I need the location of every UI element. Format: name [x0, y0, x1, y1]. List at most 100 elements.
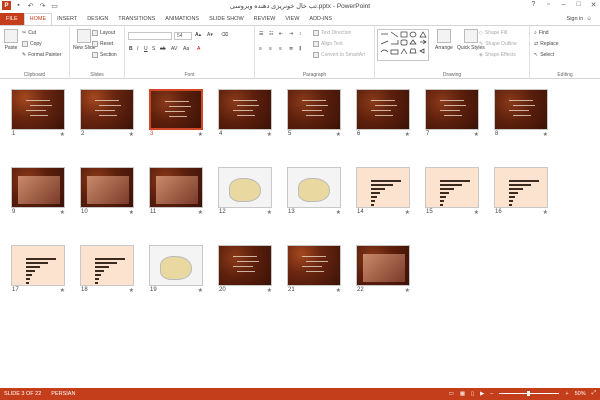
- grow-font-icon[interactable]: A▴: [195, 32, 201, 38]
- strikethrough-icon[interactable]: ab: [160, 46, 166, 52]
- font-color-icon[interactable]: A: [197, 46, 200, 52]
- transition-star-icon[interactable]: ★: [267, 209, 272, 216]
- slide-thumbnail[interactable]: 8 ★: [494, 89, 548, 139]
- bold-icon[interactable]: B: [129, 46, 133, 52]
- cut-button[interactable]: ✂ Cut: [22, 30, 36, 36]
- change-case-icon[interactable]: Aa: [183, 46, 189, 52]
- tab-home[interactable]: HOME: [23, 13, 53, 25]
- transition-star-icon[interactable]: ★: [543, 209, 548, 216]
- transition-star-icon[interactable]: ★: [60, 131, 65, 138]
- transition-star-icon[interactable]: ★: [405, 209, 410, 216]
- font-size-input[interactable]: 54: [174, 32, 192, 40]
- slide-thumbnail[interactable]: 10 ★: [80, 167, 134, 217]
- slide-preview[interactable]: [494, 89, 548, 130]
- slide-sorter[interactable]: 1 ★ 2 ★ 3 ★ 4 ★ 5 ★ 6 ★ 7 ★ 8 ★ 9 ★ 10 ★ 11 ★ 12 ★ 13 ★ 14 ★ 15 ★ 16 ★ 1…: [0, 80, 600, 388]
- sign-in[interactable]: Sign in ☺: [567, 16, 592, 22]
- slide-preview[interactable]: [494, 167, 548, 208]
- transition-star-icon[interactable]: ★: [336, 131, 341, 138]
- zoom-level[interactable]: 50%: [575, 391, 586, 397]
- slide-preview[interactable]: [149, 245, 203, 286]
- slide-thumbnail[interactable]: 5 ★: [287, 89, 341, 139]
- transition-star-icon[interactable]: ★: [474, 209, 479, 216]
- align-center-icon[interactable]: ≡: [269, 46, 272, 52]
- align-left-icon[interactable]: ≡: [259, 46, 262, 52]
- tab-design[interactable]: DESIGN: [82, 13, 113, 25]
- slide-sorter-view-icon[interactable]: ▦: [460, 391, 465, 397]
- slide-thumbnail[interactable]: 18 ★: [80, 245, 134, 295]
- transition-star-icon[interactable]: ★: [129, 287, 134, 294]
- slide-preview[interactable]: [287, 167, 341, 208]
- select-button[interactable]: ↖ Select: [534, 52, 554, 58]
- shape-effects-button[interactable]: ◈ Shape Effects: [479, 52, 516, 58]
- bullets-icon[interactable]: ☰: [259, 31, 263, 37]
- shadow-icon[interactable]: S: [152, 46, 155, 52]
- slide-preview[interactable]: [218, 167, 272, 208]
- format-painter-button[interactable]: ✎ Format Painter: [22, 52, 61, 58]
- tab-insert[interactable]: INSERT: [52, 13, 82, 25]
- slide-thumbnail[interactable]: 15 ★: [425, 167, 479, 217]
- slide-preview[interactable]: [80, 167, 134, 208]
- ribbon-display-icon[interactable]: ▫: [544, 1, 553, 9]
- align-text-button[interactable]: Align Text: [313, 41, 343, 47]
- slideshow-view-icon[interactable]: ▶: [480, 391, 484, 397]
- tab-transitions[interactable]: TRANSITIONS: [113, 13, 160, 25]
- slide-preview[interactable]: [287, 89, 341, 130]
- line-spacing-icon[interactable]: ↕: [299, 31, 302, 37]
- transition-star-icon[interactable]: ★: [405, 131, 410, 138]
- slide-preview[interactable]: [218, 89, 272, 130]
- transition-star-icon[interactable]: ★: [474, 131, 479, 138]
- zoom-out-icon[interactable]: –: [490, 391, 493, 397]
- slide-preview[interactable]: [218, 245, 272, 286]
- slide-thumbnail[interactable]: 22 ★: [356, 245, 410, 295]
- slide-thumbnail[interactable]: 6 ★: [356, 89, 410, 139]
- clear-formatting-icon[interactable]: ⌫: [221, 32, 228, 38]
- slide-thumbnail[interactable]: 2 ★: [80, 89, 134, 139]
- slide-thumbnail[interactable]: 13 ★: [287, 167, 341, 217]
- slide-thumbnail[interactable]: 4 ★: [218, 89, 272, 139]
- slide-preview[interactable]: [149, 167, 203, 208]
- slide-preview[interactable]: [287, 245, 341, 286]
- smiley-icon[interactable]: ☺: [586, 16, 592, 22]
- slide-preview[interactable]: [425, 167, 479, 208]
- copy-button[interactable]: Copy: [22, 41, 42, 47]
- slide-thumbnail[interactable]: 20 ★: [218, 245, 272, 295]
- replace-button[interactable]: ⇄ Replace: [534, 41, 559, 47]
- transition-star-icon[interactable]: ★: [198, 209, 203, 216]
- find-button[interactable]: ⌕ Find: [534, 30, 549, 36]
- tab-file[interactable]: FILE: [0, 13, 24, 25]
- text-direction-button[interactable]: Text Direction: [313, 30, 351, 36]
- shape-outline-button[interactable]: ✎ Shape Outline: [479, 41, 517, 47]
- slide-thumbnail[interactable]: 16 ★: [494, 167, 548, 217]
- slide-preview[interactable]: [425, 89, 479, 130]
- numbering-icon[interactable]: ☷: [269, 31, 273, 37]
- tab-animations[interactable]: ANIMATIONS: [160, 13, 204, 25]
- shapes-gallery[interactable]: [377, 29, 429, 61]
- slide-thumbnail[interactable]: 9 ★: [11, 167, 65, 217]
- transition-star-icon[interactable]: ★: [129, 131, 134, 138]
- slide-thumbnail[interactable]: 19 ★: [149, 245, 203, 295]
- slide-thumbnail[interactable]: 11 ★: [149, 167, 203, 217]
- slide-thumbnail[interactable]: 12 ★: [218, 167, 272, 217]
- slide-preview[interactable]: [11, 167, 65, 208]
- shrink-font-icon[interactable]: A▾: [207, 32, 213, 38]
- zoom-slider[interactable]: [499, 391, 560, 396]
- increase-indent-icon[interactable]: ⇥: [289, 31, 293, 37]
- tab-view[interactable]: VIEW: [280, 13, 304, 25]
- slide-preview[interactable]: [80, 245, 134, 286]
- slide-preview[interactable]: [11, 89, 65, 130]
- transition-star-icon[interactable]: ★: [198, 287, 203, 294]
- fit-slide-icon[interactable]: ⤢: [592, 390, 596, 397]
- transition-star-icon[interactable]: ★: [60, 209, 65, 216]
- transition-star-icon[interactable]: ★: [336, 287, 341, 294]
- transition-star-icon[interactable]: ★: [543, 131, 548, 138]
- transition-star-icon[interactable]: ★: [267, 131, 272, 138]
- tab-review[interactable]: REVIEW: [249, 13, 281, 25]
- zoom-slider-thumb[interactable]: [527, 391, 531, 396]
- slide-preview[interactable]: [356, 167, 410, 208]
- language-indicator[interactable]: PERSIAN: [51, 391, 75, 397]
- slide-thumbnail[interactable]: 17 ★: [11, 245, 65, 295]
- tab-slide-show[interactable]: SLIDE SHOW: [204, 13, 249, 25]
- transition-star-icon[interactable]: ★: [129, 209, 134, 216]
- convert-smartart-button[interactable]: Convert to SmartArt: [313, 52, 365, 58]
- slide-preview[interactable]: [11, 245, 65, 286]
